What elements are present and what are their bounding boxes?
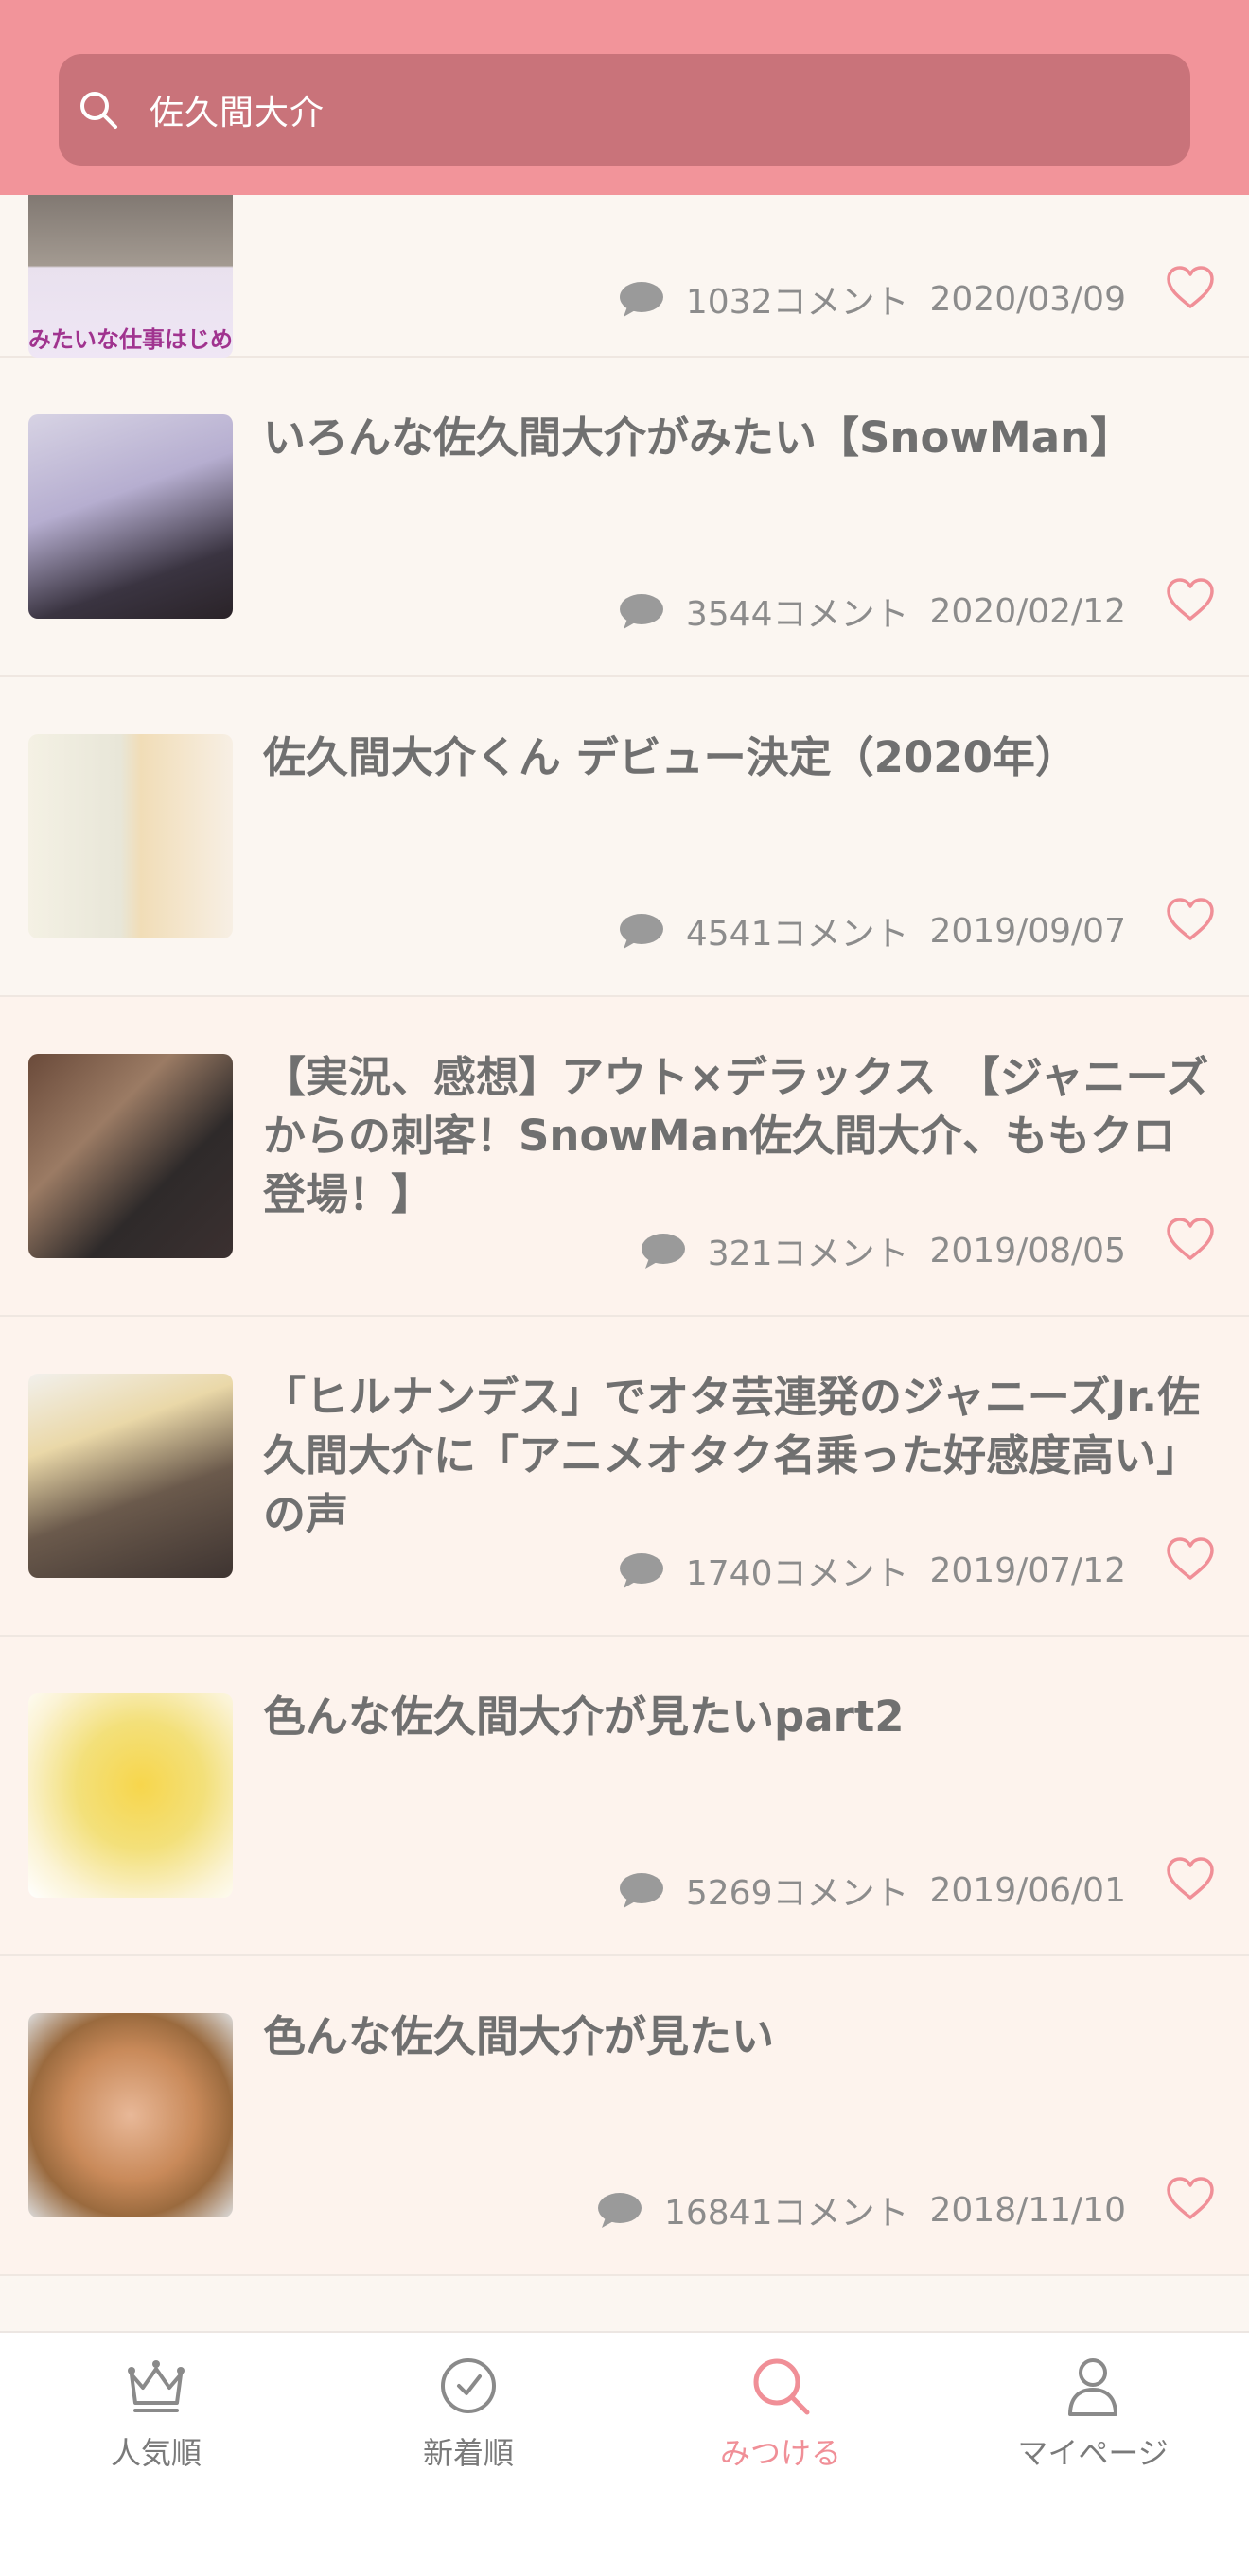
app-root: 佐久間大介 みたいな仕事はじめ 1032コメント 2020/03/09 いろんな… (0, 0, 1249, 2576)
tab-newest[interactable]: 新着順 (312, 2333, 624, 2475)
item-meta: 16841コメント 2018/11/10 (596, 2185, 1126, 2234)
item-title[interactable]: 色んな佐久間大介が見たい (263, 2007, 1209, 2066)
list-item[interactable]: 【実況、感想】アウト×デラックス 【ジャニーズからの刺客！SnowMan佐久間大… (0, 997, 1249, 1317)
thumbnail[interactable] (28, 1374, 233, 1578)
post-date: 2019/07/12 (929, 1551, 1127, 1590)
item-title[interactable]: 佐久間大介くん デビュー決定（2020年） (263, 728, 1209, 787)
item-meta: 3544コメント 2020/02/12 (618, 587, 1126, 636)
person-icon (1068, 2358, 1117, 2416)
comment-icon (619, 282, 663, 317)
item-title[interactable]: いろんな佐久間大介がみたい【SnowMan】 (263, 409, 1209, 467)
tab-mypage[interactable]: マイページ (937, 2333, 1249, 2475)
item-meta: 1740コメント 2019/07/12 (618, 1546, 1126, 1595)
item-meta: 5269コメント 2019/06/01 (618, 1866, 1126, 1915)
thumbnail[interactable] (28, 734, 233, 938)
tab-discover[interactable]: みつける (624, 2333, 937, 2475)
comment-icon (597, 2193, 642, 2228)
search-icon (753, 2358, 810, 2415)
item-meta: 4541コメント 2019/09/07 (618, 906, 1126, 955)
tab-label: 新着順 (422, 2435, 514, 2471)
heart-icon[interactable] (1166, 2176, 1215, 2221)
search-query: 佐久間大介 (150, 94, 325, 132)
list-item[interactable]: 色んな佐久間大介が見たいpart2 5269コメント 2019/06/01 (0, 1637, 1249, 1956)
list-item[interactable]: みたいな仕事はじめ 1032コメント 2020/03/09 (0, 153, 1249, 358)
tab-label: マイページ (1017, 2435, 1169, 2471)
tab-label: 人気順 (110, 2435, 202, 2471)
heart-icon[interactable] (1166, 1856, 1215, 1901)
comment-count: 5269コメント (685, 1874, 909, 1913)
heart-icon[interactable] (1166, 1536, 1215, 1582)
item-title[interactable]: 色んな佐久間大介が見たいpart2 (263, 1688, 1209, 1746)
thumbnail-caption: みたいな仕事はじめ (28, 326, 233, 353)
heart-icon[interactable] (1166, 265, 1215, 310)
comment-icon (641, 1234, 685, 1269)
list-item[interactable]: いろんな佐久間大介がみたい【SnowMan】 3544コメント 2020/02/… (0, 358, 1249, 677)
thumbnail[interactable] (28, 1693, 233, 1898)
heart-icon[interactable] (1166, 577, 1215, 622)
list-item[interactable]: 「ヒルナンデス」でオタ芸連発のジャニーズJr.佐久間大介に「アニメオタク名乗った… (0, 1317, 1249, 1637)
crown-icon (128, 2360, 185, 2412)
post-date: 2018/11/10 (929, 2190, 1127, 2230)
heart-icon[interactable] (1166, 1217, 1215, 1262)
search-icon (80, 92, 117, 129)
post-date: 2019/09/07 (929, 911, 1127, 951)
comment-count: 1032コメント (685, 283, 909, 322)
comment-icon (619, 914, 663, 949)
item-title[interactable]: 【実況、感想】アウト×デラックス 【ジャニーズからの刺客！SnowMan佐久間大… (263, 1048, 1209, 1224)
header: 佐久間大介 (0, 0, 1249, 195)
comment-icon (619, 594, 663, 629)
comment-count: 3544コメント (685, 595, 909, 634)
list-item[interactable]: 佐久間大介くん デビュー決定（2020年） 4541コメント 2019/09/0… (0, 677, 1249, 997)
post-date: 2019/08/05 (929, 1231, 1127, 1270)
item-title[interactable]: 「ヒルナンデス」でオタ芸連発のジャニーズJr.佐久間大介に「アニメオタク名乗った… (263, 1368, 1209, 1544)
topic-list: みたいな仕事はじめ 1032コメント 2020/03/09 いろんな佐久間大介が… (0, 153, 1249, 2276)
list-item[interactable]: 色んな佐久間大介が見たい 16841コメント 2018/11/10 (0, 1956, 1249, 2276)
bottom-tab-bar: 人気順 新着順 みつける マイページ (0, 2331, 1249, 2576)
post-date: 2019/06/01 (929, 1870, 1127, 1910)
comment-icon (619, 1553, 663, 1588)
item-meta: 1032コメント 2020/03/09 (618, 274, 1126, 324)
thumbnail[interactable] (28, 414, 233, 619)
heart-icon[interactable] (1166, 897, 1215, 942)
item-meta: 321コメント 2019/08/05 (640, 1226, 1126, 1275)
post-date: 2020/03/09 (929, 279, 1127, 319)
thumbnail[interactable] (28, 1054, 233, 1258)
comment-count: 1740コメント (685, 1554, 909, 1593)
tab-popular[interactable]: 人気順 (0, 2333, 312, 2475)
tab-label: みつける (719, 2435, 841, 2471)
post-date: 2020/02/12 (929, 591, 1127, 631)
thumbnail[interactable] (28, 2013, 233, 2217)
comment-count: 16841コメント (663, 2194, 909, 2233)
search-input[interactable]: 佐久間大介 (59, 54, 1190, 166)
comment-count: 4541コメント (685, 915, 909, 954)
clock-icon (441, 2358, 496, 2413)
comment-icon (619, 1873, 663, 1908)
comment-count: 321コメント (707, 1235, 909, 1273)
